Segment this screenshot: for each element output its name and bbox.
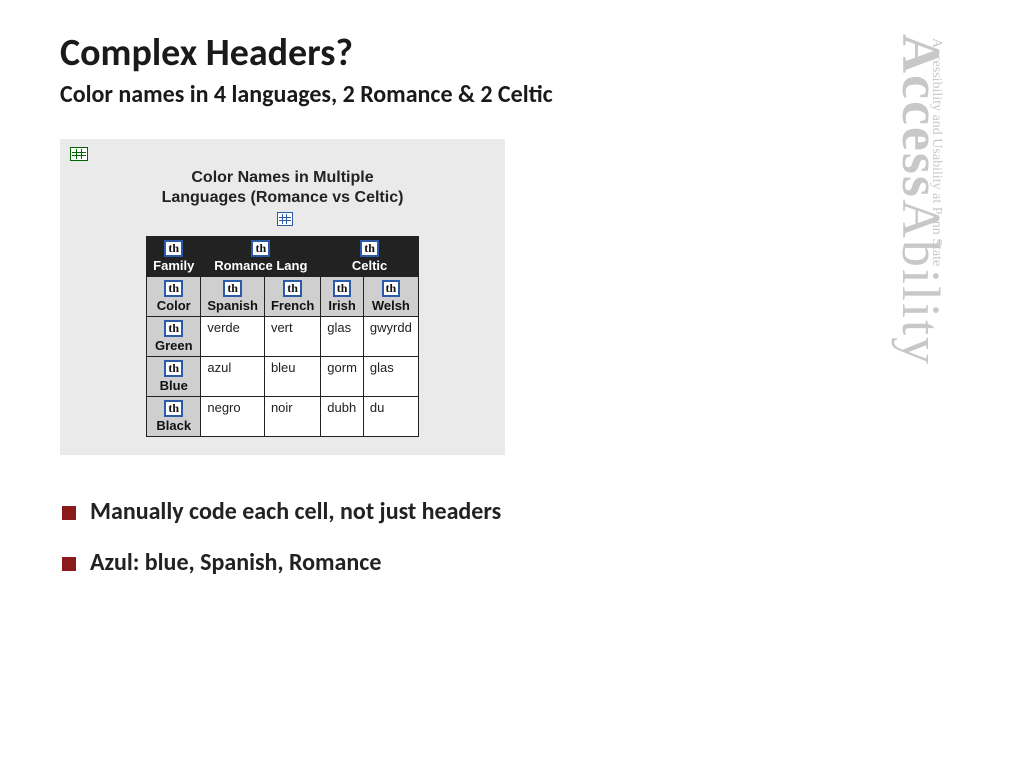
cell: glas <box>363 357 418 397</box>
table-caption: Color Names in Multiple Languages (Roman… <box>76 168 489 232</box>
col-header-spanish: thSpanish <box>201 277 265 317</box>
col-header-irish: thIrish <box>321 277 364 317</box>
slide-subtitle: Color names in 4 languages, 2 Romance & … <box>60 80 964 109</box>
spreadsheet-icon <box>70 147 88 161</box>
col-header-french: thFrench <box>264 277 320 317</box>
bullet-item: Azul: blue, Spanish, Romance <box>62 548 964 577</box>
cell: gorm <box>321 357 364 397</box>
cell: azul <box>201 357 265 397</box>
spreadsheet-icon <box>277 212 293 226</box>
th-badge-icon: th <box>164 280 183 297</box>
color-table: thFamily thRomance Lang thCeltic thColor… <box>146 236 419 437</box>
row-header: thBlack <box>147 397 201 437</box>
group-header-celtic: thCeltic <box>321 237 419 277</box>
th-badge-icon: th <box>164 320 183 337</box>
cell: dubh <box>321 397 364 437</box>
bullet-item: Manually code each cell, not just header… <box>62 497 964 526</box>
th-badge-icon: th <box>283 280 302 297</box>
th-badge-icon: th <box>164 400 183 417</box>
slide-title: Complex Headers? <box>60 30 964 76</box>
cell: verde <box>201 317 265 357</box>
th-badge-icon: th <box>382 280 401 297</box>
table-row: thGreen verde vert glas gwyrdd <box>147 317 419 357</box>
table-row: thBlue azul bleu gorm glas <box>147 357 419 397</box>
cell: bleu <box>264 357 320 397</box>
th-badge-icon: th <box>223 280 242 297</box>
cell: du <box>363 397 418 437</box>
cell: negro <box>201 397 265 437</box>
caption-line-1: Color Names in Multiple <box>191 169 373 186</box>
col-header-color: thColor <box>147 277 201 317</box>
th-badge-icon: th <box>164 240 183 257</box>
th-badge-icon: th <box>251 240 270 257</box>
caption-line-2: Languages (Romance vs Celtic) <box>162 189 404 206</box>
table-row: thBlack negro noir dubh du <box>147 397 419 437</box>
row-header: thGreen <box>147 317 201 357</box>
th-badge-icon: th <box>360 240 379 257</box>
th-badge-icon: th <box>333 280 352 297</box>
group-header-family: thFamily <box>147 237 201 277</box>
row-header: thBlue <box>147 357 201 397</box>
bullet-list: Manually code each cell, not just header… <box>60 497 964 577</box>
cell: vert <box>264 317 320 357</box>
brand-sidebar: Accessibility and Usability at Penn Stat… <box>894 0 1024 768</box>
cell: noir <box>264 397 320 437</box>
table-panel: Color Names in Multiple Languages (Roman… <box>60 139 505 455</box>
cell: glas <box>321 317 364 357</box>
th-badge-icon: th <box>164 360 183 377</box>
brand-tagline: Accessibility and Usability at Penn Stat… <box>928 38 944 266</box>
cell: gwyrdd <box>363 317 418 357</box>
group-header-romance: thRomance Lang <box>201 237 321 277</box>
col-header-welsh: thWelsh <box>363 277 418 317</box>
